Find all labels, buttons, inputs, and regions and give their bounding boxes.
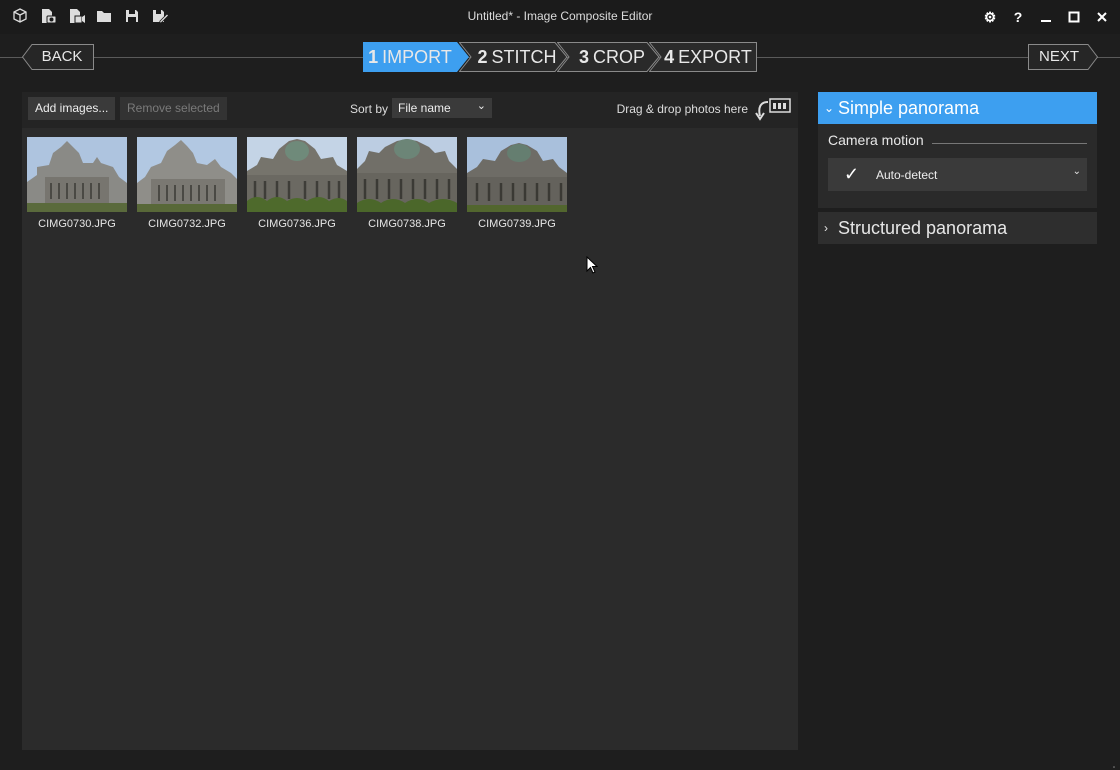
chevron-down-icon: ⌄ — [824, 101, 835, 115]
image-thumbnail-list: CIMG0730.JPG CIMG0732.JPG CIMG0736.JPG C… — [27, 137, 567, 230]
step-stitch-label: STITCH — [491, 47, 557, 67]
cathedral-photo — [357, 137, 457, 212]
checkmark-icon: ✓ — [844, 164, 860, 184]
image-filename: CIMG0739.JPG — [478, 218, 556, 230]
cathedral-photo — [247, 137, 347, 212]
step-stitch-number: 2 — [477, 47, 488, 67]
image-thumbnail[interactable]: CIMG0739.JPG — [467, 137, 567, 230]
workflow-step-bar: BACK 1 IMPORT 2 STITCH 3 CROP 4 EXPORT NEXT — [0, 38, 1120, 78]
image-import-panel: Add images... Remove selected Sort by Fi… — [22, 92, 798, 750]
image-filename: CIMG0736.JPG — [258, 218, 336, 230]
resize-grip-icon[interactable] — [1108, 758, 1116, 768]
next-button-label: NEXT — [1038, 48, 1079, 65]
next-button[interactable]: NEXT — [1028, 44, 1098, 70]
image-thumbnail[interactable]: CIMG0730.JPG — [27, 137, 127, 230]
image-filename: CIMG0732.JPG — [148, 218, 226, 230]
simple-panorama-body: Camera motion ✓ Auto-detect ⌄ — [818, 124, 1097, 208]
step-import-label: IMPORT — [382, 47, 452, 67]
cathedral-photo — [467, 137, 567, 212]
drag-drop-photos-icon — [754, 96, 794, 126]
step-crop-number: 3 — [578, 47, 589, 67]
back-button[interactable]: BACK — [22, 44, 94, 70]
simple-panorama-title: Simple panorama — [838, 97, 980, 118]
camera-motion-value: Auto-detect — [876, 168, 938, 182]
panorama-options-panel: ⌄ Simple panorama Camera motion ✓ Auto-d… — [818, 92, 1097, 244]
add-images-button[interactable]: Add images... — [28, 97, 116, 120]
step-import-number: 1 — [368, 47, 379, 67]
image-thumbnail[interactable]: CIMG0738.JPG — [357, 137, 457, 230]
sort-by-value: File name — [398, 101, 451, 115]
step-crop[interactable]: 3 CROP — [557, 42, 661, 72]
image-filename: CIMG0738.JPG — [368, 218, 446, 230]
camera-motion-label: Camera motion — [828, 132, 924, 148]
image-filename: CIMG0730.JPG — [38, 218, 116, 230]
structured-panorama-title: Structured panorama — [838, 217, 1008, 238]
remove-selected-button[interactable]: Remove selected — [120, 97, 227, 120]
drop-hint: Drag & drop photos here — [616, 102, 748, 116]
back-button-label: BACK — [41, 48, 83, 65]
simple-panorama-header[interactable]: ⌄ Simple panorama — [818, 92, 1097, 124]
step-export-label: EXPORT — [678, 47, 752, 67]
import-toolbar: Add images... Remove selected Sort by Fi… — [22, 92, 798, 128]
structured-panorama-header[interactable]: › Structured panorama — [818, 212, 1097, 244]
sort-by-label: Sort by — [350, 102, 389, 116]
chevron-down-icon: ⌄ — [1072, 166, 1081, 177]
minimize-button[interactable] — [1034, 6, 1058, 28]
cathedral-photo — [27, 137, 127, 212]
camera-motion-row: Camera motion — [828, 132, 1087, 148]
window-controls: ⚙ ? — [978, 6, 1114, 28]
maximize-button[interactable] — [1062, 6, 1086, 28]
help-icon[interactable]: ? — [1006, 6, 1030, 28]
chevron-right-icon: › — [824, 221, 828, 235]
mouse-cursor-icon — [586, 255, 599, 278]
step-stitch[interactable]: 2 STITCH — [459, 42, 569, 72]
step-crop-label: CROP — [593, 47, 646, 67]
cathedral-photo — [137, 137, 237, 212]
divider — [931, 142, 1087, 144]
close-button[interactable] — [1090, 6, 1114, 28]
step-import[interactable]: 1 IMPORT — [363, 42, 471, 72]
sort-by-select[interactable]: File name ⌄ — [392, 98, 492, 118]
chevron-down-icon: ⌄ — [476, 100, 486, 112]
image-thumbnail[interactable]: CIMG0736.JPG — [247, 137, 347, 230]
window-title: Untitled* - Image Composite Editor — [467, 9, 653, 23]
image-thumbnail[interactable]: CIMG0732.JPG — [137, 137, 237, 230]
step-export[interactable]: 4 EXPORT — [649, 42, 757, 72]
settings-gear-icon[interactable]: ⚙ — [978, 6, 1002, 28]
camera-motion-select[interactable]: ✓ Auto-detect ⌄ — [828, 158, 1087, 191]
step-export-number: 4 — [664, 47, 675, 67]
title-bar: Untitled* - Image Composite Editor ⚙ ? — [0, 0, 1120, 34]
